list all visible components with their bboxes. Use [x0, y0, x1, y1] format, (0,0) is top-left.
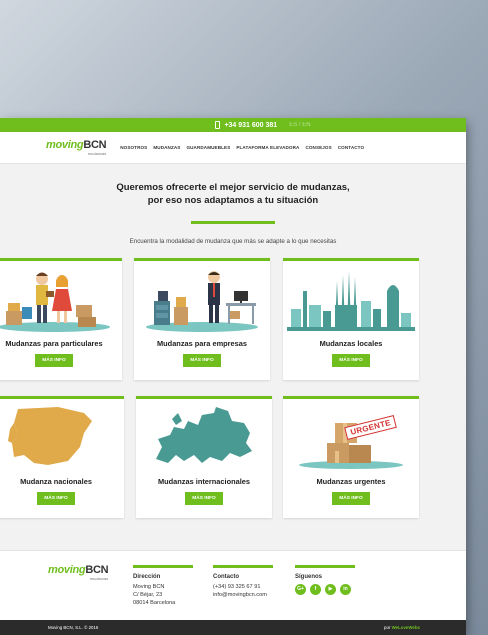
footer-logo[interactable]: movingBCN mudanzas: [48, 564, 109, 581]
nav-consejos[interactable]: CONSEJOS: [305, 145, 331, 150]
barcelona-skyline-illustration: [283, 261, 419, 333]
hero-title: Queremos ofrecerte el mejor servicio de …: [0, 182, 466, 208]
europe-map-illustration: [136, 399, 272, 471]
card-empresas[interactable]: Mudanzas para empresas MÁS INFO: [134, 258, 270, 380]
footer-divider: [133, 565, 193, 568]
facebook-icon[interactable]: f: [310, 584, 321, 596]
credit-prefix: por: [384, 625, 391, 630]
card-internacionales[interactable]: Mudanzas internacionales MÁS INFO: [136, 396, 272, 518]
card-title: Mudanzas para particulares: [5, 339, 103, 348]
card-title: Mudanza nacionales: [20, 477, 92, 486]
footer-siguenos: Síguenos G+ f ▶ in: [295, 565, 355, 596]
card-title: Mudanzas locales: [319, 339, 383, 348]
nav-contacto[interactable]: CONTACTO: [338, 145, 364, 150]
card-particulares[interactable]: Mudanzas para particulares MÁS INFO: [0, 258, 122, 380]
top-bar: +34 931 600 381 ES / EN: [0, 118, 466, 132]
website-page: +34 931 600 381 ES / EN movingBCN mudanz…: [0, 118, 466, 635]
footer-bottom-bar: Moving BCN, S.L. © 2016 por WeLoveWebs: [0, 620, 466, 635]
google-plus-icon[interactable]: G+: [295, 584, 306, 596]
hero-title-line1: Queremos ofrecerte el mejor servicio de …: [116, 182, 350, 193]
spain-map-illustration: [0, 399, 124, 471]
card-locales[interactable]: Mudanzas locales MÁS INFO: [283, 258, 419, 380]
footer-contacto: Contacto (+34) 93 325 67 91 info@movingb…: [213, 565, 273, 600]
footer-divider: [213, 565, 273, 568]
mas-info-button[interactable]: MÁS INFO: [183, 354, 221, 367]
logo-sub: mudanzas: [87, 150, 107, 156]
logo-moving: moving: [46, 138, 84, 151]
address-line: C/ Béjar, 23: [133, 592, 163, 599]
office-illustration: [134, 261, 270, 333]
footer-logo-bcn: BCN: [85, 564, 109, 576]
card-urgentes[interactable]: URGENTE Mudanzas urgentes MÁS INFO: [283, 396, 419, 518]
main-nav: movingBCN mudanzas NOSOTROS MUDANZAS GUA…: [0, 132, 466, 164]
card-title: Mudanzas para empresas: [157, 339, 247, 348]
address-line: 08014 Barcelona: [133, 600, 176, 607]
language-switch[interactable]: ES / EN: [289, 122, 310, 128]
logo[interactable]: movingBCN mudanzas: [46, 138, 107, 156]
card-nacionales[interactable]: Mudanza nacionales MÁS INFO: [0, 396, 124, 518]
nav-nosotros[interactable]: NOSOTROS: [120, 145, 147, 150]
hero-section: Queremos ofrecerte el mejor servicio de …: [0, 164, 466, 245]
footer-direccion: Dirección Moving BCN C/ Béjar, 23 08014 …: [133, 565, 193, 608]
footer-logo-sub: mudanzas: [89, 576, 109, 581]
top-phone[interactable]: +34 931 600 381: [224, 122, 277, 129]
mas-info-button[interactable]: MÁS INFO: [35, 354, 73, 367]
nav-guardamuebles[interactable]: GUARDAMUEBLES: [186, 145, 230, 150]
nav-plataforma[interactable]: PLATAFORMA ELEVADORA: [236, 145, 299, 150]
mas-info-button[interactable]: MÁS INFO: [332, 354, 370, 367]
mas-info-button[interactable]: MÁS INFO: [185, 492, 223, 505]
footer-divider: [295, 565, 355, 568]
hero-subtitle: Encuentra la modalidad de mudanza que má…: [129, 237, 337, 245]
contact-email[interactable]: info@movingbcn.com: [213, 592, 273, 600]
logo-bcn: BCN: [83, 138, 107, 151]
linkedin-icon[interactable]: in: [340, 584, 351, 596]
footer-contacto-title: Contacto: [213, 574, 239, 580]
nav-mudanzas[interactable]: MUDANZAS: [153, 145, 180, 150]
phone-icon: [215, 121, 221, 129]
footer: movingBCN mudanzas Dirección Moving BCN …: [0, 550, 466, 620]
card-title: Mudanzas internacionales: [158, 477, 250, 486]
footer-siguenos-title: Síguenos: [295, 574, 323, 580]
copyright: Moving BCN, S.L. © 2016: [48, 625, 99, 630]
address-line: Moving BCN: [133, 584, 165, 591]
credit[interactable]: por WeLoveWebs: [384, 625, 420, 630]
mas-info-button[interactable]: MÁS INFO: [332, 492, 370, 505]
hero-divider: [191, 220, 275, 224]
footer-logo-moving: moving: [48, 564, 86, 576]
family-boxes-illustration: [0, 261, 122, 333]
mas-info-button[interactable]: MÁS INFO: [37, 492, 75, 505]
contact-phone[interactable]: (+34) 93 325 67 91: [213, 584, 273, 592]
urgent-boxes-illustration: URGENTE: [283, 399, 419, 471]
hero-title-line2: por eso nos adaptamos a tu situación: [147, 194, 319, 206]
credit-name[interactable]: WeLoveWebs: [392, 625, 420, 630]
card-title: Mudanzas urgentes: [316, 477, 386, 486]
footer-direccion-title: Dirección: [133, 574, 161, 580]
youtube-icon[interactable]: ▶: [325, 584, 336, 596]
